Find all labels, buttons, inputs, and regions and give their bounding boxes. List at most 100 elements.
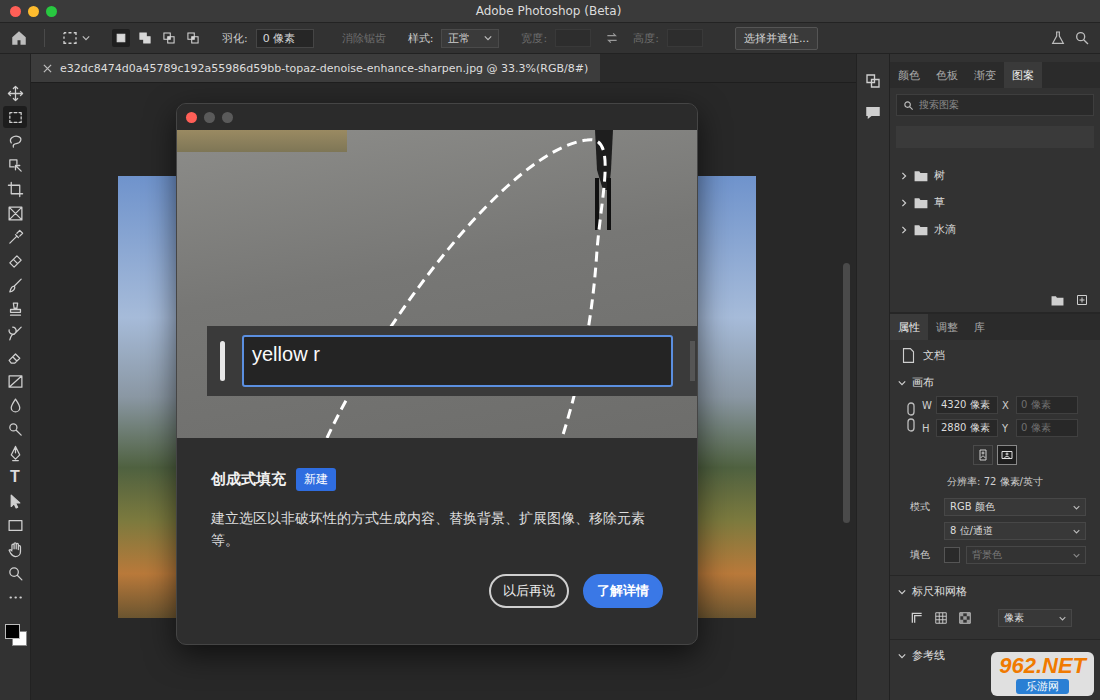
search-icon[interactable]: [1074, 30, 1090, 46]
zoom-button[interactable]: [46, 6, 57, 17]
panel-tab[interactable]: 渐变: [966, 62, 1004, 88]
width-field[interactable]: 4320 像素: [936, 396, 998, 414]
feather-field[interactable]: 0 像素: [256, 29, 314, 48]
mode-dropdown[interactable]: RGB 颜色: [944, 498, 1086, 516]
photoshop-window: Adobe Photoshop (Beta)羽化:0 像素消除锯齿样式:正常宽度…: [0, 0, 1100, 700]
chevron-icon[interactable]: [900, 172, 908, 180]
eraser-tool[interactable]: [3, 346, 27, 368]
selection-mode-button[interactable]: [184, 29, 202, 47]
pattern-group[interactable]: 水滴: [890, 216, 1100, 243]
chevron-icon[interactable]: [900, 199, 908, 207]
comment-icon[interactable]: [864, 104, 882, 122]
new-group-icon[interactable]: [1051, 295, 1064, 306]
close-icon[interactable]: [43, 64, 52, 73]
canvas[interactable]: yellow r创成式填充新建建立选区以非破坏性的方式生成内容、替换背景、扩展图…: [31, 83, 856, 700]
minimize-button[interactable]: [28, 6, 39, 17]
watermark: 962.NET乐游网: [991, 652, 1094, 696]
document-icon: [902, 348, 915, 363]
dodge-tool[interactable]: [3, 418, 27, 440]
landscape-button[interactable]: [997, 445, 1017, 465]
style-dropdown[interactable]: 正常: [441, 29, 499, 48]
x-field[interactable]: 0 像素: [1016, 396, 1078, 414]
foreground-color-swatch[interactable]: [5, 624, 20, 639]
stamp-tool[interactable]: [3, 298, 27, 320]
marquee-tool[interactable]: [3, 106, 27, 128]
blur-tool[interactable]: [3, 394, 27, 416]
unit-dropdown[interactable]: 像素: [998, 609, 1072, 627]
brush-tool[interactable]: [3, 274, 27, 296]
more-tool[interactable]: [3, 586, 27, 608]
height-field[interactable]: [667, 29, 703, 47]
selection-mode-button[interactable]: [136, 29, 154, 47]
later-button[interactable]: 以后再说: [489, 574, 569, 608]
portrait-button[interactable]: [973, 445, 993, 465]
link-icon[interactable]: [906, 402, 916, 432]
chevron-icon[interactable]: [898, 652, 906, 660]
antialias-checkbox[interactable]: 消除锯齿: [342, 31, 386, 46]
adjustments-icon[interactable]: [864, 72, 882, 90]
chevron-icon[interactable]: [898, 588, 906, 596]
pixel-grid-icon[interactable]: [958, 611, 972, 625]
dropdown-arrow-icon: [1059, 615, 1066, 622]
zoom-tool[interactable]: [3, 562, 27, 584]
flask-icon[interactable]: [1050, 30, 1066, 46]
generative-fill-dialog: yellow r创成式填充新建建立选区以非破坏性的方式生成内容、替换背景、扩展图…: [176, 103, 698, 645]
panel-tab[interactable]: 调整: [928, 314, 966, 340]
grid-icon[interactable]: [934, 611, 948, 625]
close-button[interactable]: [186, 112, 197, 123]
panel-tab[interactable]: 库: [966, 314, 993, 340]
pattern-group[interactable]: 树: [890, 162, 1100, 189]
rectangle-tool[interactable]: [3, 514, 27, 536]
fill-swatch[interactable]: [944, 547, 960, 563]
pattern-group[interactable]: 草: [890, 189, 1100, 216]
panel-tab[interactable]: 图案: [1004, 62, 1042, 88]
type-tool[interactable]: T: [3, 466, 27, 488]
pattern-search[interactable]: 搜索图案: [896, 94, 1094, 116]
tools-panel: T: [0, 54, 31, 700]
width-field[interactable]: [555, 29, 591, 47]
hand-tool[interactable]: [3, 538, 27, 560]
panel-tab[interactable]: 颜色: [890, 62, 928, 88]
crop-tool[interactable]: [3, 178, 27, 200]
height-field[interactable]: 2880 像素: [936, 419, 998, 437]
dropdown-arrow-icon: [1073, 552, 1080, 559]
scrollbar[interactable]: [843, 263, 850, 523]
rulers-section-header[interactable]: 标尺和网格: [890, 578, 1100, 605]
depth-dropdown[interactable]: 8 位/通道: [944, 522, 1086, 540]
object-tool[interactable]: [3, 154, 27, 176]
panel-tab[interactable]: 属性: [890, 314, 928, 340]
selection-mode-button[interactable]: [160, 29, 178, 47]
color-swatches[interactable]: [3, 622, 27, 646]
move-tool[interactable]: [3, 82, 27, 104]
mode-row: 模式RGB 颜色: [890, 495, 1100, 519]
healing-tool[interactable]: [3, 250, 27, 272]
ruler-icon[interactable]: [910, 611, 924, 625]
learn-more-button[interactable]: 了解详情: [583, 574, 663, 608]
more-icon: [7, 589, 24, 606]
gradient-tool[interactable]: [3, 370, 27, 392]
y-field[interactable]: 0 像素: [1016, 419, 1078, 437]
tool-preset-picker[interactable]: [61, 29, 90, 47]
panel-tab[interactable]: 色板: [928, 62, 966, 88]
path-tool[interactable]: [3, 490, 27, 512]
close-button[interactable]: [10, 6, 21, 17]
home-icon[interactable]: [10, 29, 28, 47]
canvas-section-header[interactable]: 画布: [890, 369, 1100, 396]
select-and-mask-button[interactable]: 选择并遮住...: [735, 27, 819, 50]
chevron-icon[interactable]: [898, 379, 906, 387]
prompt-input[interactable]: yellow r: [242, 335, 673, 387]
add-icon[interactable]: [1076, 294, 1088, 306]
path-icon: [7, 493, 24, 510]
lasso-tool[interactable]: [3, 130, 27, 152]
drag-handle[interactable]: [220, 341, 225, 381]
pen-tool[interactable]: [3, 442, 27, 464]
swap-icon[interactable]: [605, 31, 619, 45]
eyedropper-tool[interactable]: [3, 226, 27, 248]
chevron-icon[interactable]: [900, 226, 908, 234]
document-area: e32dc8474d0a45789c192a55986d59bb-topaz-d…: [31, 54, 856, 700]
history-tool[interactable]: [3, 322, 27, 344]
frame-tool[interactable]: [3, 202, 27, 224]
selection-mode-button[interactable]: [112, 29, 130, 47]
fill-dropdown[interactable]: 背景色: [966, 546, 1086, 564]
document-tab[interactable]: e32dc8474d0a45789c192a55986d59bb-topaz-d…: [31, 54, 600, 82]
